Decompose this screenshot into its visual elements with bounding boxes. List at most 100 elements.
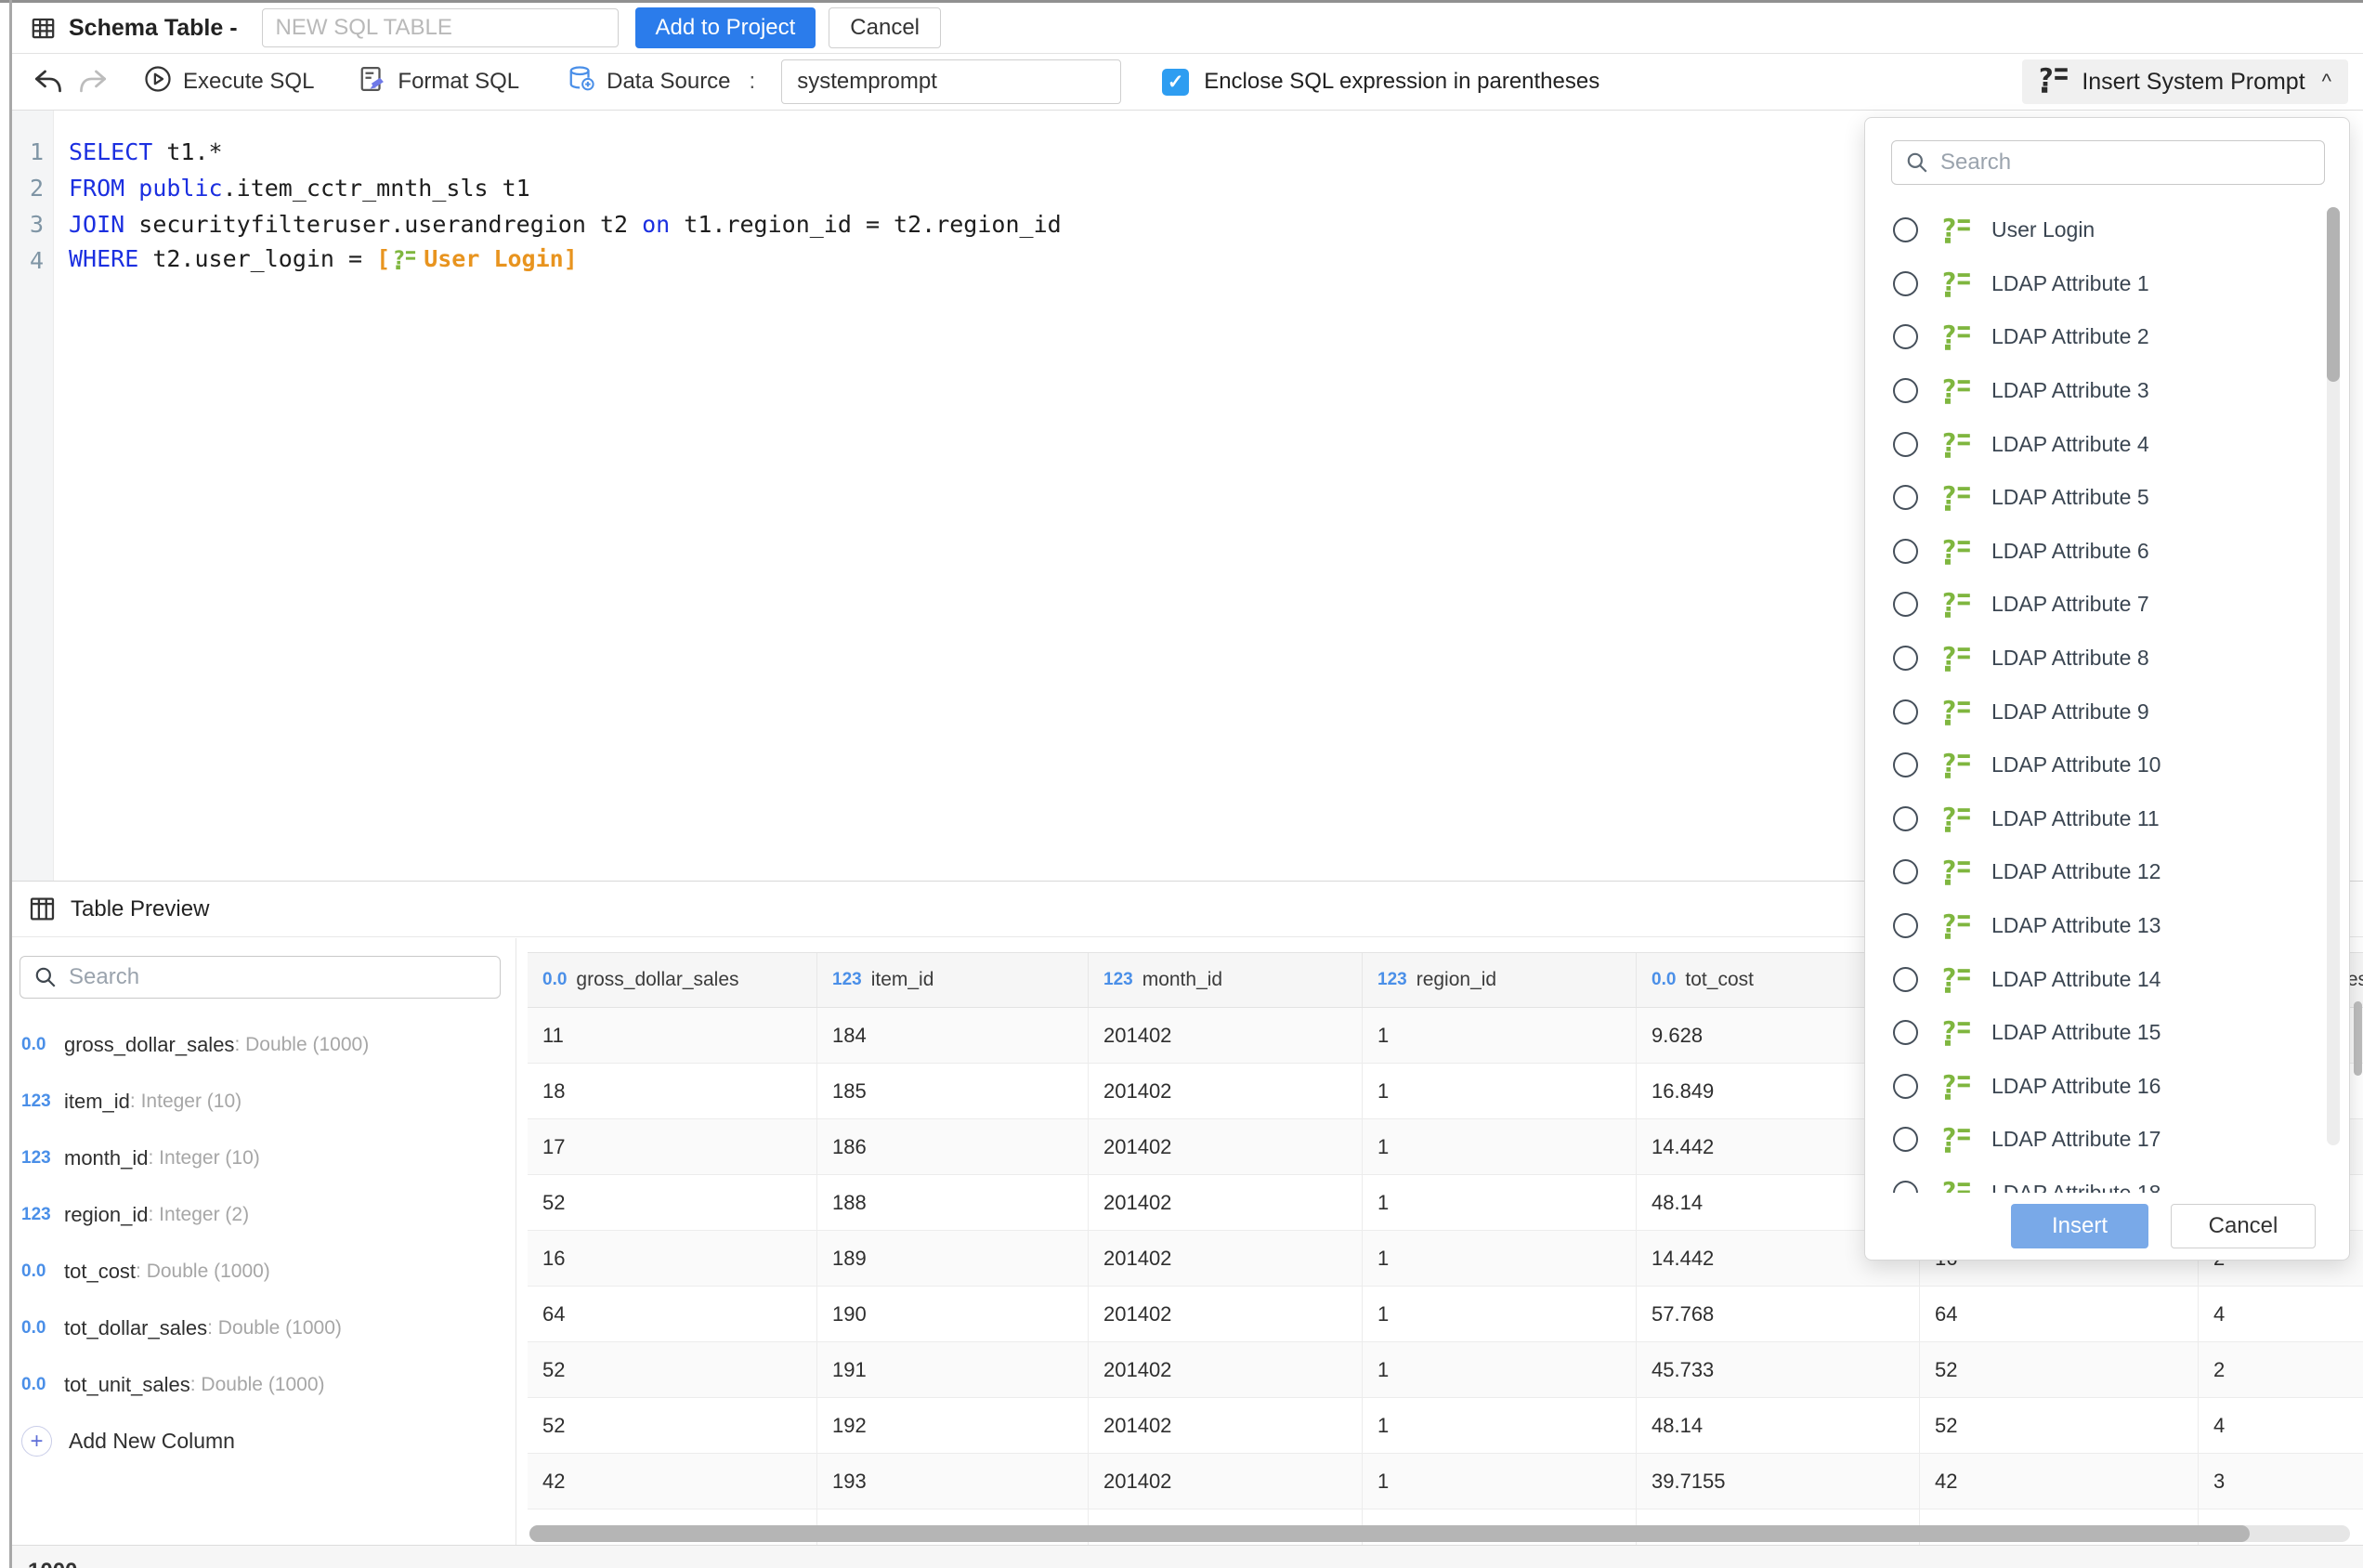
table-cell[interactable]: 185	[817, 1064, 1089, 1118]
table-cell[interactable]: 64	[1920, 1287, 2199, 1341]
data-source-input[interactable]: systemprompt	[781, 59, 1121, 104]
radio-button[interactable]	[1893, 859, 1918, 884]
table-cell[interactable]: 192	[817, 1398, 1089, 1453]
column-list-item[interactable]: 123region_id: Integer (2)	[21, 1186, 510, 1243]
prompt-option[interactable]: ?User Login	[1865, 203, 2349, 257]
insert-system-prompt-button[interactable]: ? Insert System Prompt ^	[2022, 59, 2348, 104]
radio-button[interactable]	[1893, 378, 1918, 403]
table-cell[interactable]: 201402	[1089, 1231, 1363, 1286]
radio-button[interactable]	[1893, 1127, 1918, 1152]
table-cell[interactable]: 52	[528, 1342, 817, 1397]
radio-button[interactable]	[1893, 271, 1918, 296]
column-list-item[interactable]: 0.0gross_dollar_sales: Double (1000)	[21, 1016, 510, 1073]
table-cell[interactable]: 190	[817, 1287, 1089, 1341]
radio-button[interactable]	[1893, 592, 1918, 617]
prompt-option[interactable]: ?LDAP Attribute 14	[1865, 952, 2349, 1006]
radio-button[interactable]	[1893, 324, 1918, 349]
prompt-option[interactable]: ?LDAP Attribute 5	[1865, 471, 2349, 525]
radio-button[interactable]	[1893, 217, 1918, 242]
prompt-option[interactable]: ?LDAP Attribute 2	[1865, 310, 2349, 364]
prompt-option[interactable]: ?LDAP Attribute 16	[1865, 1060, 2349, 1114]
prompt-option[interactable]: ?LDAP Attribute 6	[1865, 525, 2349, 579]
table-name-input[interactable]: NEW SQL TABLE	[262, 8, 619, 47]
radio-button[interactable]	[1893, 432, 1918, 457]
table-cell[interactable]: 16	[528, 1231, 817, 1286]
radio-button[interactable]	[1893, 806, 1918, 831]
prompt-search-input[interactable]: Search	[1891, 140, 2325, 185]
table-cell[interactable]: 52	[528, 1175, 817, 1230]
table-cell[interactable]: 64	[528, 1287, 817, 1341]
table-cell[interactable]: 191	[817, 1342, 1089, 1397]
prompt-option[interactable]: ?LDAP Attribute 3	[1865, 364, 2349, 418]
table-cell[interactable]: 39.7155	[1637, 1454, 1920, 1509]
table-cell[interactable]: 1	[1363, 1175, 1637, 1230]
table-cell[interactable]: 17	[528, 1119, 817, 1174]
panel-scrollbar-thumb[interactable]	[2327, 207, 2340, 382]
insert-button[interactable]: Insert	[2011, 1204, 2148, 1248]
table-cell[interactable]: 1	[1363, 1119, 1637, 1174]
column-search-input[interactable]: Search	[20, 956, 501, 999]
radio-button[interactable]	[1893, 752, 1918, 777]
table-cell[interactable]: 2	[2199, 1342, 2363, 1397]
add-new-column-button[interactable]: +Add New Column	[21, 1413, 510, 1470]
prompt-option[interactable]: ?LDAP Attribute 8	[1865, 632, 2349, 686]
table-header-cell[interactable]: 123region_id	[1363, 953, 1637, 1007]
radio-button[interactable]	[1893, 485, 1918, 510]
column-list-item[interactable]: 0.0tot_dollar_sales: Double (1000)	[21, 1300, 510, 1356]
column-list-item[interactable]: 0.0tot_cost: Double (1000)	[21, 1243, 510, 1300]
vertical-scrollbar-thumb[interactable]	[2354, 1001, 2362, 1076]
table-cell[interactable]: 201402	[1089, 1008, 1363, 1063]
prompt-option[interactable]: ?LDAP Attribute 7	[1865, 578, 2349, 632]
table-cell[interactable]: 52	[1920, 1342, 2199, 1397]
table-cell[interactable]: 186	[817, 1119, 1089, 1174]
table-cell[interactable]: 189	[817, 1231, 1089, 1286]
redo-icon[interactable]	[79, 68, 109, 96]
table-header-cell[interactable]: 123month_id	[1089, 953, 1363, 1007]
format-sql-button[interactable]: Format SQL	[359, 65, 519, 99]
table-cell[interactable]: 1	[1363, 1454, 1637, 1509]
radio-button[interactable]	[1893, 699, 1918, 725]
table-cell[interactable]: 1	[1363, 1342, 1637, 1397]
table-cell[interactable]: 42	[528, 1454, 817, 1509]
cancel-button[interactable]: Cancel	[829, 7, 941, 48]
undo-icon[interactable]	[33, 68, 62, 96]
execute-sql-button[interactable]: Execute SQL	[144, 65, 314, 99]
prompt-option[interactable]: ?LDAP Attribute 9	[1865, 685, 2349, 738]
column-list-item[interactable]: 123item_id: Integer (10)	[21, 1073, 510, 1130]
prompt-option[interactable]: ?LDAP Attribute 12	[1865, 845, 2349, 899]
table-cell[interactable]: 1	[1363, 1231, 1637, 1286]
table-cell[interactable]: 193	[817, 1454, 1089, 1509]
radio-button[interactable]	[1893, 1074, 1918, 1099]
prompt-option[interactable]: ?LDAP Attribute 11	[1865, 792, 2349, 846]
table-cell[interactable]: 48.14	[1637, 1398, 1920, 1453]
table-cell[interactable]: 201402	[1089, 1398, 1363, 1453]
table-cell[interactable]: 4	[2199, 1287, 2363, 1341]
radio-button[interactable]	[1893, 646, 1918, 671]
prompt-option[interactable]: ?LDAP Attribute 4	[1865, 417, 2349, 471]
table-cell[interactable]: 52	[1920, 1398, 2199, 1453]
table-cell[interactable]: 42	[1920, 1454, 2199, 1509]
table-cell[interactable]: 45.733	[1637, 1342, 1920, 1397]
panel-cancel-button[interactable]: Cancel	[2171, 1204, 2316, 1248]
table-cell[interactable]: 52	[528, 1398, 817, 1453]
add-to-project-button[interactable]: Add to Project	[635, 7, 816, 48]
prompt-option[interactable]: ?LDAP Attribute 17	[1865, 1113, 2349, 1167]
table-cell[interactable]: 1	[1363, 1064, 1637, 1118]
prompt-option[interactable]: ?LDAP Attribute 15	[1865, 1006, 2349, 1060]
table-header-cell[interactable]: 123item_id	[817, 953, 1089, 1007]
table-cell[interactable]: 201402	[1089, 1287, 1363, 1341]
radio-button[interactable]	[1893, 913, 1918, 938]
prompt-option[interactable]: ?LDAP Attribute 13	[1865, 899, 2349, 953]
parentheses-checkbox[interactable]: ✓	[1162, 69, 1189, 96]
radio-button[interactable]	[1893, 539, 1918, 564]
table-cell[interactable]: 201402	[1089, 1342, 1363, 1397]
table-header-cell[interactable]: 0.0gross_dollar_sales	[528, 953, 817, 1007]
table-cell[interactable]: 201402	[1089, 1064, 1363, 1118]
column-list-item[interactable]: 0.0tot_unit_sales: Double (1000)	[21, 1356, 510, 1413]
table-cell[interactable]: 201402	[1089, 1119, 1363, 1174]
radio-button[interactable]	[1893, 1020, 1918, 1045]
column-list-item[interactable]: 123month_id: Integer (10)	[21, 1130, 510, 1186]
table-cell[interactable]: 184	[817, 1008, 1089, 1063]
prompt-option[interactable]: ?LDAP Attribute 10	[1865, 738, 2349, 792]
table-cell[interactable]: 11	[528, 1008, 817, 1063]
